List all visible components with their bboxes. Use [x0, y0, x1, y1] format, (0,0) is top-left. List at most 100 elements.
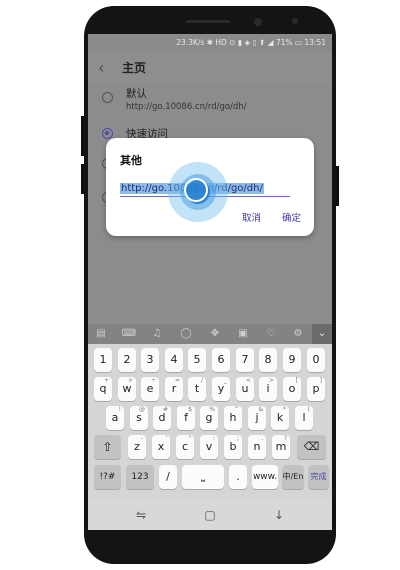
key-i[interactable]: i >: [259, 377, 277, 401]
key-p[interactable]: p]: [307, 377, 325, 401]
radio-default[interactable]: [102, 92, 113, 103]
key-e[interactable]: e ÷: [141, 377, 159, 401]
language-key[interactable]: 中/En: [282, 465, 304, 489]
key-l-symbol: (: [307, 406, 310, 413]
key-v-symbol: :: [212, 435, 215, 442]
backspace-icon[interactable]: ⌫: [297, 435, 326, 459]
key-y[interactable]: y _: [212, 377, 230, 401]
keyboard: 1 2 3 4 5 6 7 8 9 0 q + w × e ÷ r = t / y _ u <…: [88, 344, 332, 500]
key-l[interactable]: l(: [295, 406, 313, 430]
key-u[interactable]: u <: [236, 377, 254, 401]
slash-key[interactable]: /: [159, 465, 177, 489]
key-i-symbol: >: [268, 377, 274, 384]
circle-icon[interactable]: ◯: [176, 324, 196, 344]
key-x-symbol: ': [165, 435, 167, 442]
key-o-symbol: [: [295, 377, 298, 384]
dot-key[interactable]: .: [229, 465, 247, 489]
settings-icon[interactable]: ⚙: [288, 324, 308, 344]
option-default-url: http://go.10086.cn/rd/go/dh/: [126, 102, 247, 112]
key-n[interactable]: n,: [248, 435, 266, 459]
sensor: [292, 18, 298, 24]
key-q-symbol: +: [103, 377, 109, 384]
key-1[interactable]: 1: [94, 348, 112, 372]
cancel-button[interactable]: 取消: [242, 210, 261, 224]
screen: 23.3K/s ✱ HD ⊙ ▮ ◈ ▯ ⬆ ◢ 71% ▭ 13:51 ‹ 主…: [88, 34, 332, 530]
status-bar: 23.3K/s ✱ HD ⊙ ▮ ◈ ▯ ⬆ ◢ 71% ▭ 13:51: [88, 34, 332, 52]
chevron-down-icon[interactable]: ⌄: [312, 324, 332, 344]
back-icon[interactable]: ↓: [264, 500, 294, 530]
done-key[interactable]: 完成: [308, 465, 329, 489]
key-h[interactable]: h ^: [224, 406, 242, 430]
symbols-key[interactable]: !?#: [94, 465, 121, 489]
key-m[interactable]: m?: [272, 435, 290, 459]
key-g-symbol: %: [209, 406, 215, 413]
option-default-label: 默认: [126, 88, 147, 100]
back-arrow-icon[interactable]: ‹: [98, 52, 104, 84]
key-y-symbol: _: [224, 377, 227, 384]
key-t-symbol: /: [200, 377, 203, 384]
key-a[interactable]: a!: [106, 406, 124, 430]
key-7[interactable]: 7: [236, 348, 254, 372]
numbers-key[interactable]: 123: [126, 465, 154, 489]
key-h-symbol: ^: [233, 406, 239, 413]
dialog-title: 其他: [120, 154, 142, 167]
key-q[interactable]: q +: [94, 377, 112, 401]
key-5[interactable]: 5: [188, 348, 206, 372]
microphone-icon[interactable]: ♫: [147, 324, 167, 344]
key-l-label: l: [302, 411, 306, 424]
www-key[interactable]: www.: [252, 465, 278, 489]
key-t[interactable]: t /: [188, 377, 206, 401]
key-z[interactable]: z-: [128, 435, 146, 459]
key-2[interactable]: 2: [118, 348, 136, 372]
key-w[interactable]: w ×: [118, 377, 136, 401]
key-x-label: x: [157, 440, 165, 453]
option-default[interactable]: 默认 http://go.10086.cn/rd/go/dh/: [88, 84, 332, 124]
key-m-symbol: ?: [283, 435, 287, 442]
clipboard-icon[interactable]: ▤: [91, 324, 111, 344]
shift-icon[interactable]: ⇧: [94, 435, 121, 459]
space-icon[interactable]: ⎵: [182, 465, 224, 489]
key-c-symbol: ": [188, 435, 191, 442]
key-x[interactable]: x ': [152, 435, 170, 459]
ok-button[interactable]: 确定: [282, 210, 301, 224]
key-9[interactable]: 9: [283, 348, 301, 372]
key-r[interactable]: r =: [165, 377, 183, 401]
key-a-symbol: !: [118, 406, 121, 413]
key-6[interactable]: 6: [212, 348, 230, 372]
key-s[interactable]: s @: [130, 406, 148, 430]
radio-quick-access[interactable]: [102, 128, 113, 139]
key-j[interactable]: j &: [248, 406, 266, 430]
key-c[interactable]: c ": [176, 435, 194, 459]
key-d[interactable]: d #: [153, 406, 171, 430]
key-b[interactable]: b;: [224, 435, 242, 459]
key-0[interactable]: 0: [307, 348, 325, 372]
key-o[interactable]: o[: [283, 377, 301, 401]
key-v[interactable]: v:: [200, 435, 218, 459]
key-v-label: v: [205, 440, 213, 453]
app-bar: ‹ 主页: [88, 52, 332, 84]
key-s-symbol: @: [139, 406, 145, 413]
key-4[interactable]: 4: [165, 348, 183, 372]
key-z-label: z: [134, 440, 140, 453]
key-8[interactable]: 8: [259, 348, 277, 372]
key-f-symbol: $: [188, 406, 192, 413]
keyboard-icon[interactable]: ⌨: [119, 324, 139, 344]
key-b-symbol: ;: [236, 435, 239, 442]
page-title: 主页: [122, 61, 147, 75]
key-g[interactable]: g%: [200, 406, 218, 430]
handwriting-icon[interactable]: ▣: [233, 324, 253, 344]
key-t-label: t: [194, 382, 200, 395]
heart-sticker-icon[interactable]: ♡: [261, 324, 281, 344]
recent-apps-icon[interactable]: ⇋: [126, 500, 156, 530]
move-icon[interactable]: ✥: [205, 324, 225, 344]
key-3[interactable]: 3: [141, 348, 159, 372]
home-icon[interactable]: ▢: [195, 500, 225, 530]
key-f[interactable]: f $: [177, 406, 195, 430]
key-e-symbol: ÷: [150, 377, 156, 384]
navigation-bar: ⇋ ▢ ↓: [88, 500, 332, 530]
key-k[interactable]: k *: [271, 406, 289, 430]
key-u-symbol: <: [245, 377, 251, 384]
bixby-button: [81, 164, 84, 194]
key-p-symbol: ]: [319, 377, 322, 384]
keyboard-toolbar: ▤ ⌨ ♫ ◯ ✥ ▣ ♡ ⚙ ⌄: [88, 324, 332, 344]
